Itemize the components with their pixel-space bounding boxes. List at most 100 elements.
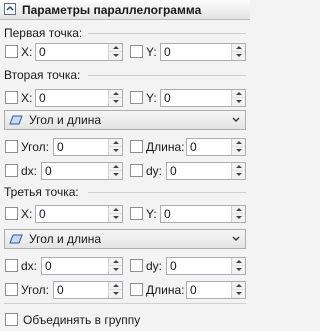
spin-down-button[interactable] — [109, 98, 122, 106]
spin-down-button[interactable] — [109, 52, 122, 60]
point3-y-value: 0 — [164, 207, 171, 221]
point2-dx-value: 0 — [45, 164, 52, 178]
spin-up-button[interactable] — [232, 139, 245, 147]
spin-up-button[interactable] — [109, 163, 122, 171]
point3-length-checkbox[interactable] — [130, 283, 143, 296]
point2-heading: Вторая точка: — [4, 68, 81, 82]
point2-dx-label: dx: — [21, 164, 38, 178]
point3-length-spinner[interactable]: 0 — [186, 281, 246, 299]
point3-dx-checkbox[interactable] — [5, 259, 18, 272]
point2-dy-value: 0 — [170, 164, 177, 178]
spin-down-button[interactable] — [232, 52, 245, 60]
point3-y-spinner[interactable]: 0 — [160, 205, 246, 223]
point3-dx-spinner[interactable]: 0 — [41, 257, 123, 275]
panel-title: Параметры параллелограмма — [22, 3, 202, 17]
spin-down-button[interactable] — [232, 214, 245, 222]
group-checkbox[interactable] — [5, 313, 18, 326]
point2-x-value: 0 — [39, 91, 46, 105]
spin-up-button[interactable] — [109, 44, 122, 52]
spin-up-button[interactable] — [109, 139, 122, 147]
point1-x-spinner[interactable]: 0 — [35, 43, 123, 61]
point3-length-label: Длина: — [146, 283, 185, 297]
point3-angle-value: 0 — [57, 283, 64, 297]
point3-dx-label: dx: — [21, 259, 38, 273]
point2-dy-checkbox[interactable] — [130, 164, 143, 177]
point2-angle-value: 0 — [57, 140, 64, 154]
point3-dy-spinner[interactable]: 0 — [166, 257, 246, 275]
point3-angle-checkbox[interactable] — [5, 283, 18, 296]
spin-up-button[interactable] — [232, 163, 245, 171]
point3-y-label: Y: — [146, 207, 157, 221]
point2-length-value: 0 — [190, 140, 197, 154]
point2-dy-label: dy: — [146, 164, 163, 178]
point3-angle-spinner[interactable]: 0 — [53, 281, 123, 299]
point2-y-checkbox[interactable] — [130, 91, 143, 104]
chevron-down-icon — [232, 117, 240, 122]
parallelogram-icon — [9, 234, 23, 244]
chevron-down-icon — [232, 236, 240, 241]
point3-mode-value: Угол и длина — [29, 232, 101, 246]
point3-x-checkbox[interactable] — [5, 207, 18, 220]
point1-x-checkbox[interactable] — [5, 45, 18, 58]
point3-x-label: X: — [21, 207, 33, 221]
spin-up-button[interactable] — [109, 282, 122, 290]
point1-heading: Первая точка: — [4, 26, 83, 40]
divider — [88, 75, 246, 76]
point2-angle-label: Угол: — [21, 140, 49, 154]
point1-x-value: 0 — [39, 45, 46, 59]
spin-up-button[interactable] — [109, 206, 122, 214]
spin-down-button[interactable] — [109, 290, 122, 298]
point2-length-label: Длина: — [146, 140, 185, 154]
divider — [88, 192, 246, 193]
spin-up-button[interactable] — [109, 258, 122, 266]
point2-x-checkbox[interactable] — [5, 91, 18, 104]
point1-y-value: 0 — [164, 45, 171, 59]
point3-dy-value: 0 — [170, 259, 177, 273]
spin-down-button[interactable] — [232, 290, 245, 298]
point2-length-spinner[interactable]: 0 — [186, 138, 246, 156]
parallelogram-icon — [9, 115, 23, 125]
point1-y-label: Y: — [146, 45, 157, 59]
point3-angle-label: Угол: — [21, 283, 49, 297]
panel-header: Параметры параллелограмма — [0, 0, 250, 20]
point2-dx-checkbox[interactable] — [5, 164, 18, 177]
spin-down-button[interactable] — [232, 147, 245, 155]
point3-y-checkbox[interactable] — [130, 207, 143, 220]
spin-down-button[interactable] — [232, 98, 245, 106]
spin-up-button[interactable] — [232, 90, 245, 98]
point2-mode-value: Угол и длина — [29, 113, 101, 127]
point3-mode-dropdown[interactable]: Угол и длина — [4, 229, 246, 249]
point2-x-label: X: — [21, 91, 33, 105]
point1-y-checkbox[interactable] — [130, 45, 143, 58]
point2-angle-spinner[interactable]: 0 — [53, 138, 123, 156]
spin-up-button[interactable] — [232, 282, 245, 290]
collapse-icon[interactable] — [4, 3, 16, 15]
spin-down-button[interactable] — [232, 266, 245, 274]
point1-x-label: X: — [21, 45, 33, 59]
point3-dx-value: 0 — [45, 259, 52, 273]
spin-up-button[interactable] — [109, 90, 122, 98]
point3-x-spinner[interactable]: 0 — [35, 205, 123, 223]
point1-y-spinner[interactable]: 0 — [160, 43, 246, 61]
spin-up-button[interactable] — [232, 206, 245, 214]
point2-dx-spinner[interactable]: 0 — [41, 162, 123, 180]
spin-down-button[interactable] — [109, 214, 122, 222]
point2-mode-dropdown[interactable]: Угол и длина — [4, 110, 246, 130]
spin-down-button[interactable] — [109, 147, 122, 155]
spin-up-button[interactable] — [232, 44, 245, 52]
point2-angle-checkbox[interactable] — [5, 140, 18, 153]
spin-down-button[interactable] — [109, 171, 122, 179]
divider — [4, 303, 246, 304]
point2-y-spinner[interactable]: 0 — [160, 89, 246, 107]
spin-up-button[interactable] — [232, 258, 245, 266]
spin-down-button[interactable] — [232, 171, 245, 179]
point2-dy-spinner[interactable]: 0 — [166, 162, 246, 180]
spin-down-button[interactable] — [109, 266, 122, 274]
point2-x-spinner[interactable]: 0 — [35, 89, 123, 107]
group-label: Объединять в группу — [23, 313, 141, 327]
point2-y-value: 0 — [164, 91, 171, 105]
point2-length-checkbox[interactable] — [130, 140, 143, 153]
point3-dy-checkbox[interactable] — [130, 259, 143, 272]
divider — [88, 33, 246, 34]
point3-heading: Третья точка: — [4, 185, 79, 199]
